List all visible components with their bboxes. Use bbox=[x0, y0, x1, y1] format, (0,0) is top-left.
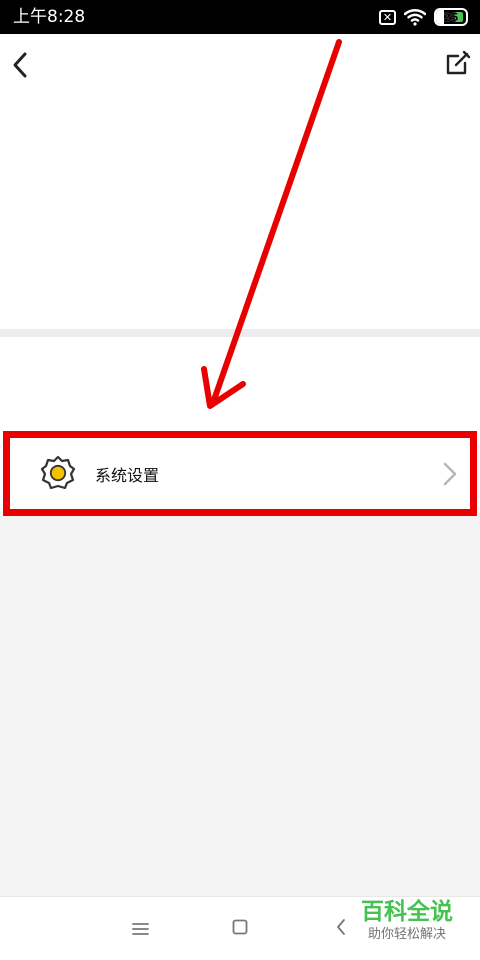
edit-button[interactable] bbox=[445, 50, 471, 76]
empty-gray-area bbox=[0, 516, 480, 896]
home-icon[interactable] bbox=[232, 919, 248, 935]
settings-label: 系统设置 bbox=[95, 466, 160, 485]
empty-section bbox=[0, 337, 480, 430]
back-icon[interactable] bbox=[336, 918, 346, 936]
battery-level: 25 bbox=[443, 10, 459, 24]
section-divider bbox=[0, 329, 480, 337]
watermark-title: 百科全说 bbox=[361, 899, 453, 925]
menu-icon[interactable] bbox=[132, 922, 149, 936]
battery-icon: 25 bbox=[434, 8, 468, 26]
back-button[interactable] bbox=[7, 49, 35, 81]
sim-icon: ✕ bbox=[379, 9, 396, 25]
profile-header-panel bbox=[0, 34, 480, 329]
gear-icon bbox=[40, 455, 76, 490]
chevron-right-icon bbox=[443, 462, 457, 486]
status-bar: 上午8:28 ✕ 25 bbox=[0, 0, 480, 34]
status-icons: ✕ 25 bbox=[379, 7, 468, 27]
phone-screen: 上午8:28 ✕ 25 系统设置 百科全说 助你轻松解决 bbox=[0, 0, 480, 960]
wifi-icon bbox=[404, 9, 426, 26]
watermark-subtitle: 助你轻松解决 bbox=[367, 927, 446, 942]
watermark: 百科全说 助你轻松解决 bbox=[348, 898, 466, 956]
status-time: 上午8:28 bbox=[13, 7, 86, 27]
